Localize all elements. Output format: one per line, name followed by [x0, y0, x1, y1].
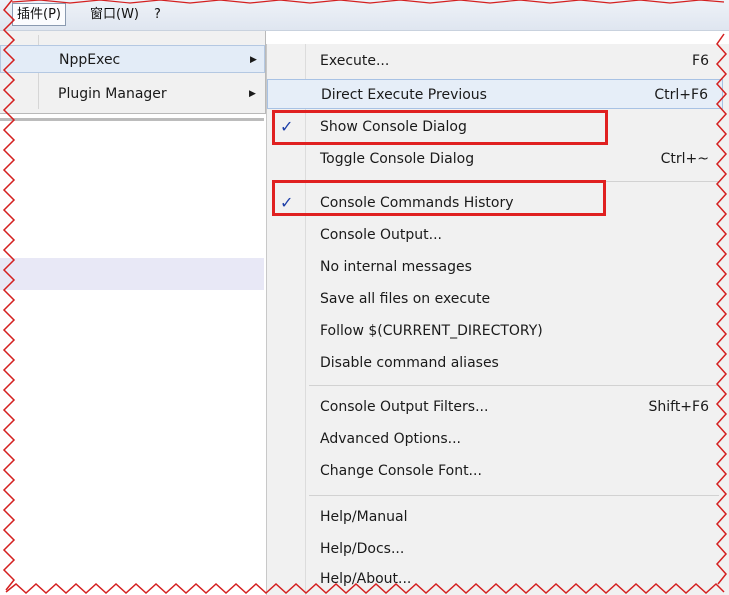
current-line-highlight [0, 258, 264, 290]
menu-help[interactable]: ? [150, 4, 165, 25]
menu-item-label: Execute... [320, 53, 390, 69]
menu-item-label: NppExec [59, 52, 121, 68]
menu-item-show-console-dialog[interactable]: ✓ Show Console Dialog [267, 112, 723, 142]
shortcut-label: Shift+F6 [648, 399, 709, 415]
nppexec-submenu: Execute... F6 Direct Execute Previous Ct… [266, 44, 729, 595]
menu-plugins[interactable]: 插件(P) [12, 3, 66, 26]
checkmark-icon: ✓ [280, 193, 294, 212]
menu-item-label: Disable command aliases [320, 355, 499, 371]
menu-item-label: Console Output... [320, 227, 443, 243]
menu-item-label: Direct Execute Previous [321, 87, 487, 103]
menu-item-save-all-files[interactable]: Save all files on execute [267, 284, 723, 314]
plugins-dropdown: NppExec ▶ Plugin Manager ▶ [0, 31, 266, 114]
menu-item-follow-current-directory[interactable]: Follow $(CURRENT_DIRECTORY) [267, 316, 723, 346]
menu-item-help-manual[interactable]: Help/Manual [267, 502, 723, 532]
menu-bar: 插件(P) 窗口(W) ? [0, 0, 729, 31]
checkmark-icon: ✓ [280, 117, 294, 136]
menu-item-label: Plugin Manager [58, 86, 167, 102]
menu-item-label: Follow $(CURRENT_DIRECTORY) [320, 323, 543, 339]
menu-item-no-internal-messages[interactable]: No internal messages [267, 252, 723, 282]
menu-divider [309, 385, 719, 386]
shortcut-label: Ctrl+~ [660, 151, 709, 167]
menu-item-plugin-manager[interactable]: Plugin Manager ▶ [0, 80, 265, 108]
menu-item-label: Advanced Options... [320, 431, 461, 447]
menu-item-console-output-filters[interactable]: Console Output Filters... Shift+F6 [267, 392, 723, 422]
menu-item-nppexec[interactable]: NppExec ▶ [0, 45, 265, 73]
menu-item-label: Show Console Dialog [320, 119, 467, 135]
menu-item-console-commands-history[interactable]: ✓ Console Commands History [267, 188, 723, 218]
menu-item-help-about[interactable]: Help/About... [267, 564, 723, 594]
menu-item-direct-execute-previous[interactable]: Direct Execute Previous Ctrl+F6 [267, 79, 723, 109]
menu-item-label: Console Output Filters... [320, 399, 489, 415]
menu-window[interactable]: 窗口(W) [86, 4, 143, 25]
menu-item-help-docs[interactable]: Help/Docs... [267, 534, 723, 564]
menu-item-label: Change Console Font... [320, 463, 482, 479]
submenu-arrow-icon: ▶ [250, 55, 257, 65]
menu-item-label: No internal messages [320, 259, 472, 275]
menu-item-label: Toggle Console Dialog [320, 151, 475, 167]
toolbar-separator [0, 118, 264, 121]
menu-item-label: Help/Manual [320, 509, 408, 525]
menu-item-toggle-console-dialog[interactable]: Toggle Console Dialog Ctrl+~ [267, 144, 723, 174]
submenu-arrow-icon: ▶ [249, 89, 256, 99]
menu-item-label: Save all files on execute [320, 291, 491, 307]
menu-item-disable-command-aliases[interactable]: Disable command aliases [267, 348, 723, 378]
menu-item-change-console-font[interactable]: Change Console Font... [267, 456, 723, 486]
shortcut-label: F6 [692, 53, 709, 69]
menu-item-label: Help/Docs... [320, 541, 405, 557]
menu-item-label: Console Commands History [320, 195, 514, 211]
menu-item-label: Help/About... [320, 571, 412, 587]
menu-divider [309, 495, 719, 496]
menu-item-advanced-options[interactable]: Advanced Options... [267, 424, 723, 454]
shortcut-label: Ctrl+F6 [654, 87, 708, 103]
menu-item-console-output[interactable]: Console Output... [267, 220, 723, 250]
menu-divider [309, 181, 719, 182]
menu-item-execute[interactable]: Execute... F6 [267, 46, 723, 76]
